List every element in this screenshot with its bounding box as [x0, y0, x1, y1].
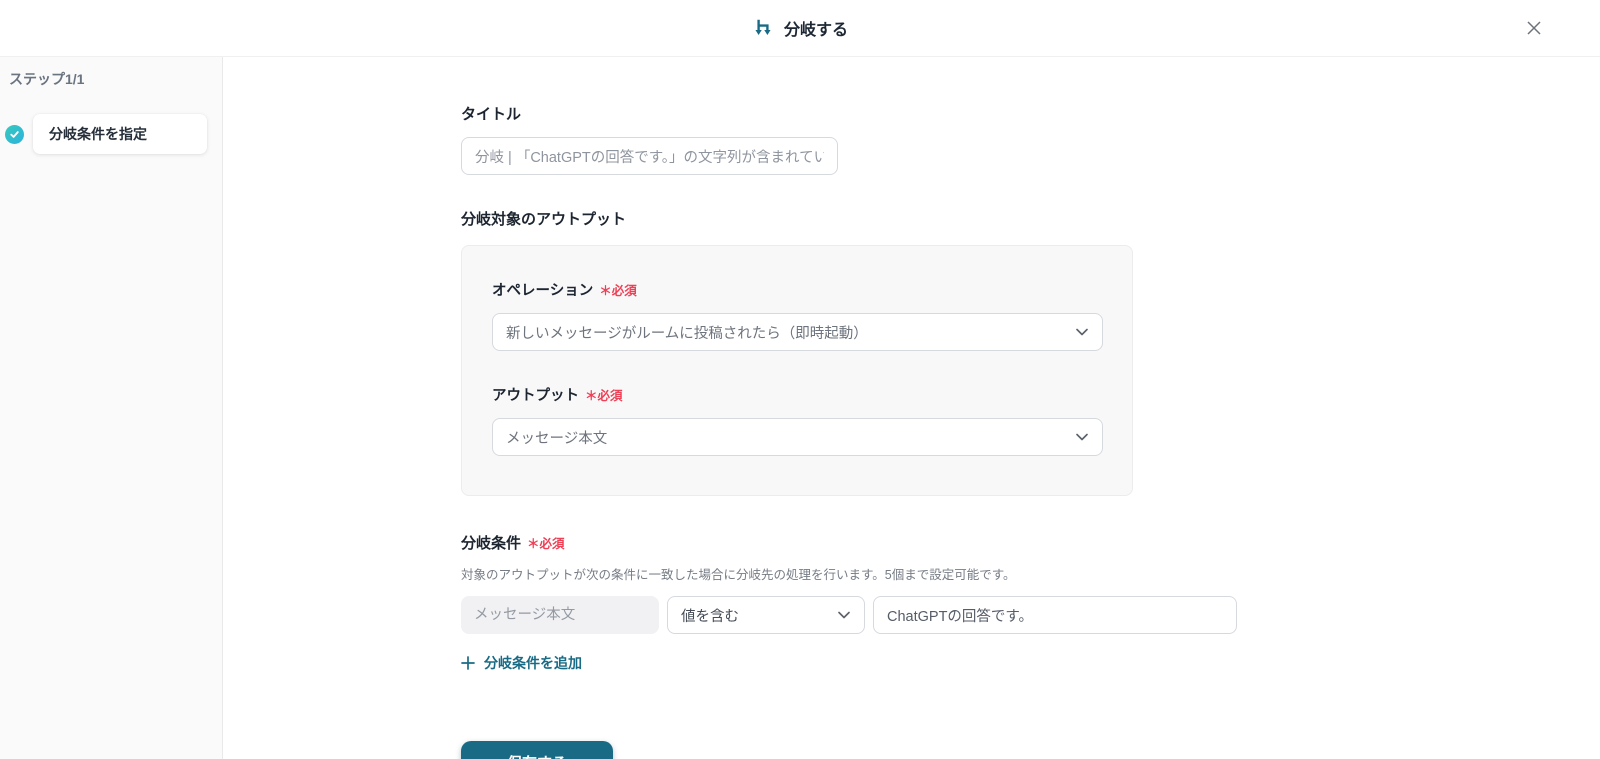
operation-label: オペレーション: [492, 283, 594, 299]
add-condition-label: 分岐条件を追加: [484, 655, 582, 671]
condition-operator-value: 値を含む: [681, 608, 739, 625]
condition-section-heading-row: 分岐条件 ＊必須: [461, 532, 1600, 553]
step-counter: ステップ1/1: [9, 71, 85, 87]
close-icon: [1524, 21, 1544, 41]
operation-select-value: 新しいメッセージがルームに投稿されたら（即時起動）: [506, 325, 868, 342]
step-item: 分岐条件を指定: [5, 114, 207, 154]
output-select[interactable]: メッセージ本文: [492, 418, 1103, 456]
dialog-header: 分岐する: [0, 0, 1600, 57]
close-button[interactable]: [1520, 14, 1548, 42]
output-field: アウトプット ＊必須 メッセージ本文: [492, 384, 1103, 456]
condition-section-heading: 分岐条件: [461, 535, 522, 552]
operation-required-mark: ＊必須: [599, 284, 637, 298]
output-select-value: メッセージ本文: [506, 430, 608, 447]
title-field-label: タイトル: [461, 106, 522, 123]
operation-select[interactable]: 新しいメッセージがルームに投稿されたら（即時起動）: [492, 313, 1103, 351]
chevron-down-icon: [1076, 433, 1088, 441]
form-panel: タイトル 分岐対象のアウトプット オペレーション ＊必須 新しいメッセージがルーム…: [223, 57, 1600, 759]
condition-operator-select[interactable]: 値を含む: [667, 596, 865, 634]
condition-description: 対象のアウトプットが次の条件に一致した場合に分岐先の処理を行います。5個まで設定…: [461, 568, 1016, 582]
step-card-branch-condition[interactable]: 分岐条件を指定: [33, 114, 207, 154]
steps-sidebar: ステップ1/1 分岐条件を指定: [0, 57, 223, 759]
condition-value-input[interactable]: [873, 596, 1237, 634]
condition-row: メッセージ本文 値を含む: [461, 596, 1600, 634]
title-input[interactable]: [461, 137, 838, 175]
chevron-down-icon: [1076, 328, 1088, 336]
operation-field: オペレーション ＊必須 新しいメッセージがルームに投稿されたら（即時起動）: [492, 279, 1103, 351]
output-section-heading: 分岐対象のアウトプット: [461, 211, 627, 228]
output-section-card: オペレーション ＊必須 新しいメッセージがルームに投稿されたら（即時起動） アウト…: [461, 245, 1133, 496]
check-circle-icon: [5, 124, 24, 144]
output-label: アウトプット: [492, 388, 579, 404]
dialog-title: 分岐する: [783, 22, 848, 39]
chevron-down-icon: [838, 611, 850, 619]
condition-required-mark: ＊必須: [527, 537, 565, 551]
branch-icon: [752, 17, 774, 39]
output-required-mark: ＊必須: [585, 389, 623, 403]
save-button[interactable]: 保存する: [461, 741, 613, 759]
condition-target-field[interactable]: メッセージ本文: [461, 596, 659, 634]
add-condition-button[interactable]: 分岐条件を追加: [461, 653, 582, 673]
plus-icon: [461, 656, 475, 670]
step-card-label: 分岐条件を指定: [49, 126, 147, 142]
